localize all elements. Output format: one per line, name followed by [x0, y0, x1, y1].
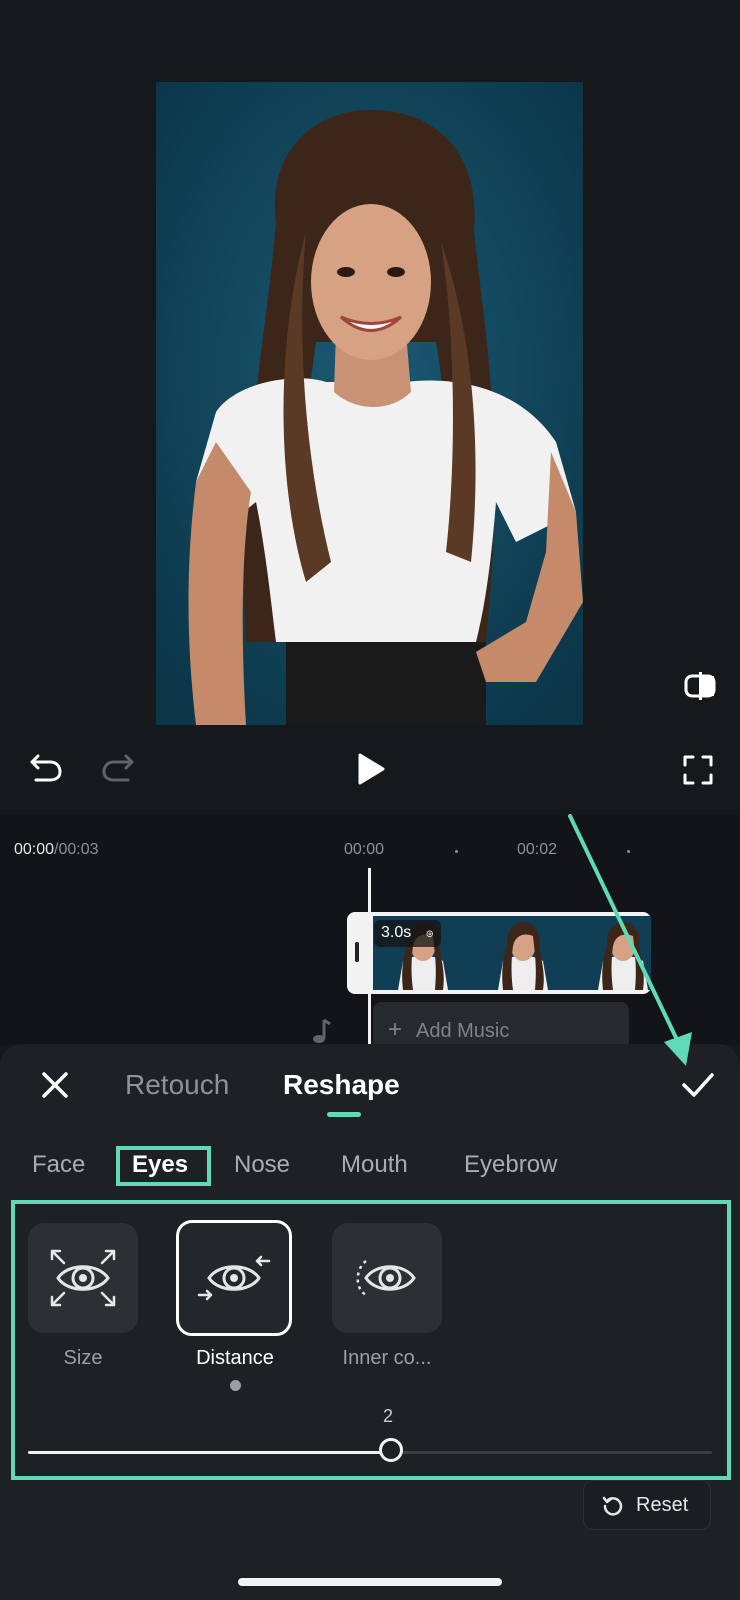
- reset-icon: [602, 1496, 623, 1516]
- subtab-eyebrow[interactable]: Eyebrow: [464, 1151, 557, 1179]
- ruler-label: 00:00: [344, 841, 385, 858]
- eye-inner-corner-icon: [356, 1259, 416, 1297]
- music-note-icon: [310, 1018, 334, 1046]
- active-tab-indicator: [327, 1112, 361, 1117]
- subtab-eyes[interactable]: Eyes: [132, 1151, 188, 1179]
- subtab-mouth[interactable]: Mouth: [341, 1151, 408, 1179]
- eye-distance-icon: [197, 1255, 271, 1301]
- clip-thumbnail: [473, 916, 573, 990]
- ruler-tick: [455, 850, 458, 853]
- fullscreen-icon[interactable]: [682, 754, 714, 786]
- tab-retouch[interactable]: Retouch: [125, 1069, 229, 1101]
- redo-icon: [100, 752, 136, 784]
- add-music-label: Add Music: [416, 1020, 510, 1042]
- tab-reshape[interactable]: Reshape: [283, 1069, 400, 1101]
- slider-thumb[interactable]: [378, 1438, 403, 1462]
- close-icon[interactable]: [40, 1070, 70, 1100]
- option-distance-label: Distance: [196, 1347, 274, 1369]
- play-icon[interactable]: [356, 752, 386, 786]
- subtab-nose[interactable]: Nose: [234, 1151, 290, 1179]
- clip-duration-text: 3.0s: [381, 924, 412, 941]
- clip-duration-badge: 3.0s ၜ: [374, 920, 441, 947]
- slider-value: 2: [383, 1406, 394, 1426]
- slider-fill: [28, 1451, 391, 1454]
- intensity-slider[interactable]: [28, 1438, 712, 1462]
- clip-trim-handle-left[interactable]: [355, 942, 359, 962]
- reset-button[interactable]: Reset: [583, 1480, 711, 1530]
- selected-dot: [230, 1380, 241, 1391]
- speed-icon: ၜ: [425, 924, 434, 940]
- option-distance[interactable]: [176, 1220, 292, 1336]
- compare-split-icon[interactable]: [684, 670, 716, 702]
- option-size-label: Size: [63, 1347, 103, 1369]
- video-preview: [156, 82, 583, 725]
- portrait-image: [156, 82, 583, 725]
- total-time-value: /00:03: [54, 841, 99, 858]
- annotation-arrow: [568, 814, 692, 1066]
- reset-label: Reset: [636, 1494, 689, 1516]
- option-inner-corner[interactable]: [332, 1223, 442, 1333]
- option-size[interactable]: [28, 1223, 138, 1333]
- home-indicator[interactable]: [238, 1578, 502, 1586]
- current-time-value: 00:00: [14, 841, 55, 858]
- option-inner-corner-label: Inner co...: [342, 1347, 432, 1369]
- ruler-label: 00:02: [517, 841, 558, 858]
- current-time: 00:00/00:03: [14, 841, 99, 859]
- subtab-face[interactable]: Face: [32, 1151, 85, 1179]
- playhead[interactable]: [368, 868, 371, 1048]
- eye-size-icon: [50, 1249, 116, 1307]
- plus-icon: +: [388, 1016, 403, 1043]
- undo-icon[interactable]: [28, 752, 64, 784]
